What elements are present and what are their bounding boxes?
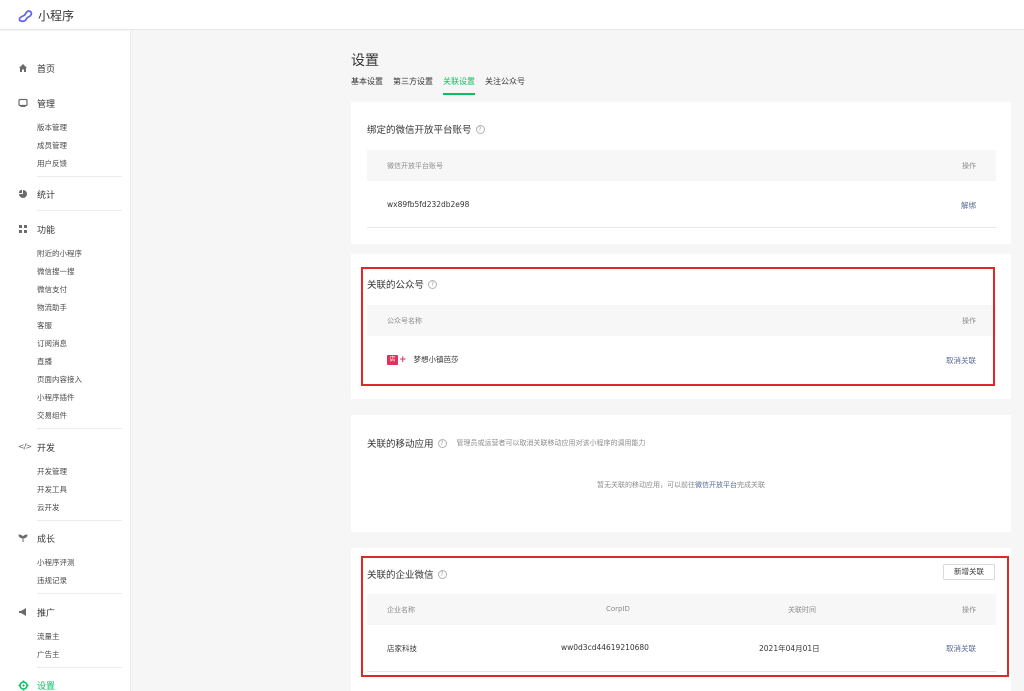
monitor-icon <box>18 98 28 108</box>
column-header: 操作 <box>962 162 976 170</box>
sidebar-item-evaluation[interactable]: 小程序评测 <box>37 558 75 567</box>
sidebar-item-nearby[interactable]: 附近的小程序 <box>37 249 82 258</box>
sidebar-item-live[interactable]: 直播 <box>37 357 52 366</box>
open-platform-card: 绑定的微信开放平台账号 ? 微信开放平台账号 操作 wx89fb5fd232db… <box>351 102 1011 244</box>
settings-tabs: 基本设置 第三方设置 关联设置 关注公众号 <box>351 76 535 95</box>
code-icon: </> <box>18 442 32 451</box>
gear-icon <box>18 680 29 691</box>
help-icon[interactable]: ? <box>437 438 447 448</box>
table-row: wx89fb5fd232db2e98 解绑 <box>367 181 996 228</box>
sidebar-item-members[interactable]: 成员管理 <box>37 141 67 150</box>
highlight-box <box>361 267 995 386</box>
empty-state: 暂无关联的移动应用，可以前往微信开放平台完成关联 <box>351 480 1011 490</box>
sidebar-item-label: 首页 <box>37 64 56 75</box>
sidebar-section-manage[interactable]: 管理 <box>18 96 55 110</box>
tab-follow-account[interactable]: 关注公众号 <box>485 76 525 95</box>
sidebar-item-label: 成长 <box>37 534 56 545</box>
top-bar: 小程序 <box>0 0 1024 30</box>
sidebar-item-advertiser[interactable]: 广告主 <box>37 650 60 659</box>
sidebar-item-subscribe[interactable]: 订阅消息 <box>37 339 67 348</box>
unbind-link[interactable]: 解绑 <box>961 200 976 211</box>
sidebar-item-feedback[interactable]: 用户反馈 <box>37 159 67 168</box>
highlight-box <box>361 556 1009 677</box>
home-icon <box>18 63 28 73</box>
table-header: 微信开放平台账号 操作 <box>367 150 996 181</box>
sidebar-item-version[interactable]: 版本管理 <box>37 123 67 132</box>
help-icon[interactable]: ? <box>475 124 485 134</box>
tab-basic[interactable]: 基本设置 <box>351 76 383 95</box>
tab-third-party[interactable]: 第三方设置 <box>393 76 433 95</box>
sidebar-item-label: 开发 <box>37 443 56 454</box>
sidebar-section-growth[interactable]: 成长 <box>18 531 55 545</box>
sidebar-item-content[interactable]: 页面内容接入 <box>37 375 82 384</box>
sidebar-item-label: 设置 <box>37 681 56 691</box>
sidebar-item-logistics[interactable]: 物流助手 <box>37 303 67 312</box>
sidebar-item-label: 管理 <box>37 99 56 110</box>
grid-icon <box>18 224 28 234</box>
growth-icon <box>18 533 28 543</box>
section-title-text: 绑定的微信开放平台账号 <box>367 125 472 136</box>
sidebar-item-label: 功能 <box>37 225 56 236</box>
tab-association[interactable]: 关联设置 <box>443 76 475 95</box>
sidebar-item-dev-tools[interactable]: 开发工具 <box>37 485 67 494</box>
sidebar-item-violations[interactable]: 违规记录 <box>37 576 67 585</box>
sidebar: 首页 管理 版本管理 成员管理 用户反馈 统计 功能 附近的小程序 微信搜一搜 … <box>0 31 131 691</box>
empty-state-text: 完成关联 <box>737 481 765 489</box>
divider <box>37 428 122 429</box>
app-logo[interactable]: 小程序 <box>18 7 74 24</box>
sidebar-section-promo[interactable]: 推广 <box>18 605 55 619</box>
sidebar-section-dev[interactable]: </> 开发 <box>18 440 55 454</box>
sidebar-item-plugin[interactable]: 小程序插件 <box>37 393 75 402</box>
sidebar-item-label: 统计 <box>37 190 56 201</box>
miniprogram-logo-icon <box>18 9 33 22</box>
divider <box>37 210 122 211</box>
mobile-app-card: 关联的移动应用 ? 管理员或运营者可以取消关联移动应用对该小程序的调用能力 暂无… <box>351 415 1011 532</box>
divider <box>37 593 122 594</box>
empty-state-text: 暂无关联的移动应用，可以前往 <box>597 481 695 489</box>
sidebar-item-stats[interactable]: 统计 <box>18 187 55 201</box>
sidebar-item-cloud[interactable]: 云开发 <box>37 503 60 512</box>
divider <box>37 667 122 668</box>
sidebar-item-dev-manage[interactable]: 开发管理 <box>37 467 67 476</box>
column-header: 微信开放平台账号 <box>387 162 443 170</box>
section-title-text: 关联的移动应用 <box>367 439 434 450</box>
sidebar-item-trade[interactable]: 交易组件 <box>37 411 67 420</box>
account-id: wx89fb5fd232db2e98 <box>387 200 470 209</box>
page-title: 设置 <box>351 53 379 69</box>
sidebar-item-pay[interactable]: 微信支付 <box>37 285 67 294</box>
sidebar-item-service[interactable]: 客服 <box>37 321 52 330</box>
open-platform-link[interactable]: 微信开放平台 <box>695 481 737 489</box>
sidebar-section-features[interactable]: 功能 <box>18 222 55 236</box>
pie-chart-icon <box>18 189 28 199</box>
section-title: 绑定的微信开放平台账号 ? <box>367 122 485 136</box>
sidebar-item-home[interactable]: 首页 <box>18 61 55 75</box>
section-title: 关联的移动应用 ? 管理员或运营者可以取消关联移动应用对该小程序的调用能力 <box>367 436 646 450</box>
sidebar-item-publisher[interactable]: 流量主 <box>37 632 60 641</box>
section-description: 管理员或运营者可以取消关联移动应用对该小程序的调用能力 <box>456 439 646 447</box>
sidebar-item-settings[interactable]: 设置 <box>18 678 55 691</box>
megaphone-icon <box>18 607 28 617</box>
sidebar-item-label: 推广 <box>37 608 56 619</box>
sidebar-item-search[interactable]: 微信搜一搜 <box>37 267 75 276</box>
divider <box>37 176 122 177</box>
divider <box>37 520 122 521</box>
app-title: 小程序 <box>38 9 75 23</box>
